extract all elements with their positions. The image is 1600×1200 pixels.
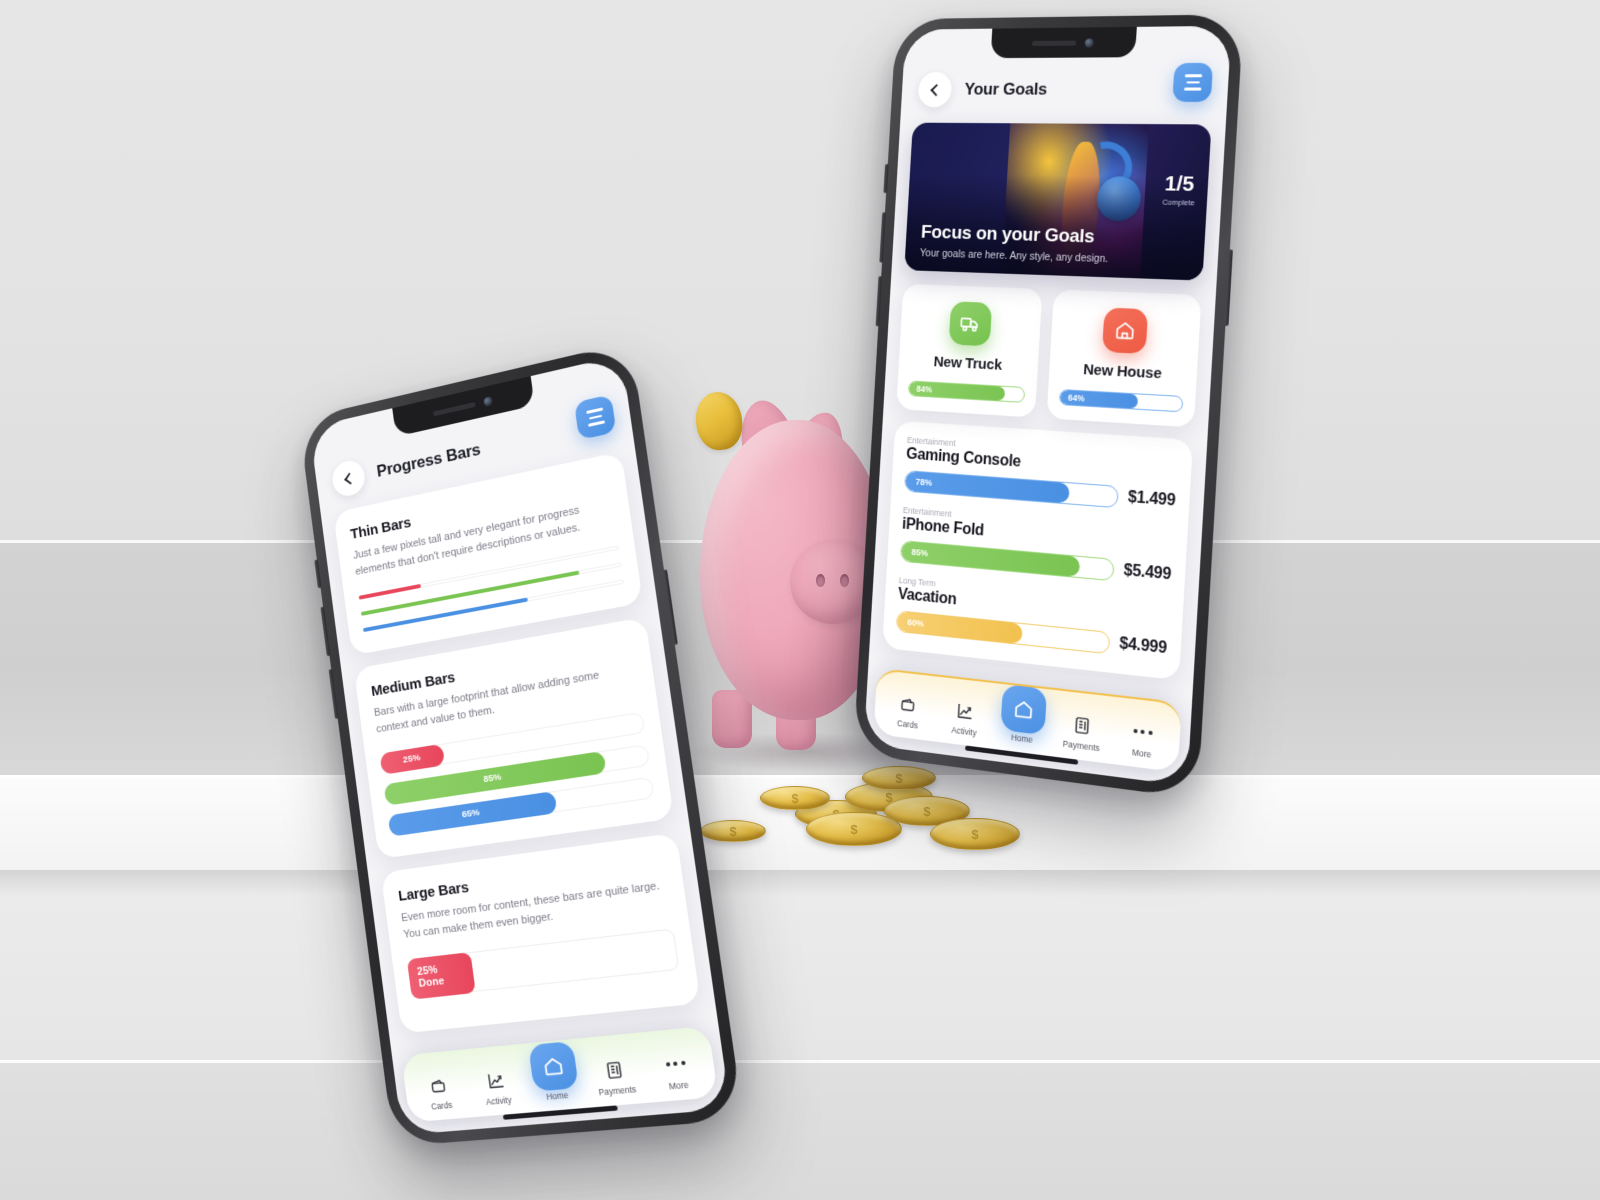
- tab-more[interactable]: More: [645, 1050, 710, 1094]
- progress-label: 65%: [461, 807, 481, 821]
- earpiece-speaker: [1031, 40, 1077, 46]
- tab-label: Activity: [485, 1094, 513, 1107]
- goal-list-item[interactable]: Long Term Vacation 60% $4.999: [895, 575, 1170, 660]
- tab-home[interactable]: Home: [522, 1040, 586, 1103]
- goal-list-item[interactable]: Entertainment iPhone Fold 85% $5.499: [899, 505, 1174, 586]
- hamburger-menu-icon[interactable]: [1172, 62, 1214, 102]
- goal-tile-progress-bar: 84%: [907, 380, 1026, 403]
- earpiece-speaker: [432, 401, 476, 416]
- progress-label: 64%: [1067, 392, 1085, 404]
- progress-fill: 78%: [905, 471, 1070, 504]
- phone-screen: Your Goals 1/5 Complete Focus on your Go…: [863, 25, 1232, 787]
- phone-device-goals: Your Goals 1/5 Complete Focus on your Go…: [853, 14, 1244, 799]
- background-band-mid: [0, 870, 1600, 1060]
- banner-count: 1/5: [1164, 172, 1196, 197]
- goal-tile-new-house[interactable]: New House 64%: [1046, 289, 1202, 428]
- wallet-icon: [428, 1073, 449, 1096]
- piggy-coin-slot-coin: [692, 389, 746, 453]
- chevron-left-icon: [344, 472, 356, 485]
- progress-label: 25%: [402, 752, 422, 766]
- bill-icon: [1072, 712, 1093, 737]
- chart-line-icon: [485, 1068, 507, 1092]
- tab-more[interactable]: More: [1112, 717, 1172, 762]
- progress-fill: 60%: [896, 611, 1023, 644]
- progress-fill: [358, 583, 422, 600]
- background-band-lower: [0, 1060, 1600, 1200]
- tab-payments[interactable]: Payments: [584, 1055, 647, 1098]
- progress-fill: [362, 597, 529, 633]
- piggy-nostril-right: [840, 574, 849, 587]
- chevron-left-icon: [930, 83, 943, 96]
- tab-label: Cards: [896, 718, 919, 731]
- front-camera: [483, 395, 493, 407]
- banner-progress-badge: 1/5 Complete: [1162, 172, 1196, 208]
- progress-label: 85%: [482, 771, 503, 786]
- back-button[interactable]: [917, 72, 953, 108]
- progress-fill: 84%: [908, 381, 1006, 401]
- goals-app: Your Goals 1/5 Complete Focus on your Go…: [863, 25, 1232, 787]
- tab-activity[interactable]: Activity: [467, 1066, 527, 1108]
- page-title: Your Goals: [963, 79, 1048, 99]
- section-large-bars: Large Bars Even more room for content, t…: [380, 832, 701, 1034]
- tab-label: Home: [545, 1089, 570, 1102]
- goal-list-item[interactable]: Entertainment Gaming Console 78% $1.499: [904, 435, 1178, 513]
- house-icon: [1101, 307, 1148, 355]
- wallet-icon: [899, 692, 919, 716]
- chart-line-icon: [955, 699, 975, 723]
- tab-home[interactable]: Home: [994, 683, 1053, 747]
- home-icon[interactable]: [527, 1041, 579, 1092]
- page-title: Progress Bars: [375, 439, 482, 481]
- front-camera: [1084, 37, 1094, 48]
- tab-label: Home: [1010, 732, 1034, 745]
- progress-label: 84%: [916, 383, 933, 395]
- goal-tile-progress-bar: 64%: [1058, 388, 1184, 413]
- banner-title: Focus on your Goals: [920, 222, 1095, 248]
- progress-fill: 25%: [379, 743, 445, 775]
- section-medium-bars: Medium Bars Bars with a large footprint …: [353, 616, 675, 860]
- back-button[interactable]: [330, 457, 367, 499]
- goal-tiles: New Truck 84% New House 64%: [896, 283, 1202, 428]
- tab-label: More: [668, 1079, 690, 1092]
- tab-payments[interactable]: Payments: [1053, 710, 1112, 754]
- large-progress-bar: 25% Done: [406, 928, 680, 1000]
- progress-fill: 25% Done: [406, 951, 476, 1000]
- goal-amount: $4.999: [1118, 635, 1168, 658]
- goal-list: Entertainment Gaming Console 78% $1.499 …: [882, 420, 1194, 681]
- ellipsis-icon: [1133, 720, 1153, 745]
- coin: [760, 786, 830, 810]
- tab-label: Payments: [597, 1084, 637, 1098]
- tab-label: More: [1131, 747, 1152, 760]
- goals-banner[interactable]: 1/5 Complete Focus on your Goals Your go…: [904, 122, 1212, 281]
- ellipsis-icon: [664, 1051, 687, 1076]
- tab-activity[interactable]: Activity: [937, 697, 994, 740]
- tab-cards[interactable]: Cards: [411, 1072, 470, 1113]
- goal-amount: $5.499: [1123, 561, 1172, 584]
- piggy-nostril-left: [816, 574, 825, 587]
- truck-icon: [948, 301, 992, 347]
- phone-notch: [990, 26, 1137, 59]
- tab-label: Activity: [951, 724, 977, 738]
- coin: [700, 820, 766, 842]
- progress-label: 60%: [907, 617, 925, 629]
- progress-label: 85%: [911, 546, 929, 559]
- tab-label: Payments: [1062, 738, 1100, 754]
- tab-cards[interactable]: Cards: [881, 690, 936, 733]
- home-icon[interactable]: [1000, 684, 1048, 736]
- tab-label: Cards: [430, 1099, 453, 1112]
- goal-tile-new-truck[interactable]: New Truck 84%: [896, 283, 1043, 418]
- progress-label: 78%: [915, 476, 933, 488]
- goal-amount: $1.499: [1127, 488, 1176, 510]
- goal-tile-label: New House: [1082, 361, 1163, 383]
- banner-count-label: Complete: [1162, 197, 1195, 208]
- bottom-navigation: Cards Activity Home Payments More: [401, 1025, 719, 1123]
- banner-text: Focus on your Goals Your goals are here.…: [920, 222, 1126, 266]
- coin: [930, 818, 1020, 850]
- bill-icon: [603, 1057, 626, 1081]
- coin: [862, 766, 936, 790]
- goal-tile-label: New Truck: [933, 353, 1003, 374]
- progress-fill: 64%: [1059, 390, 1138, 409]
